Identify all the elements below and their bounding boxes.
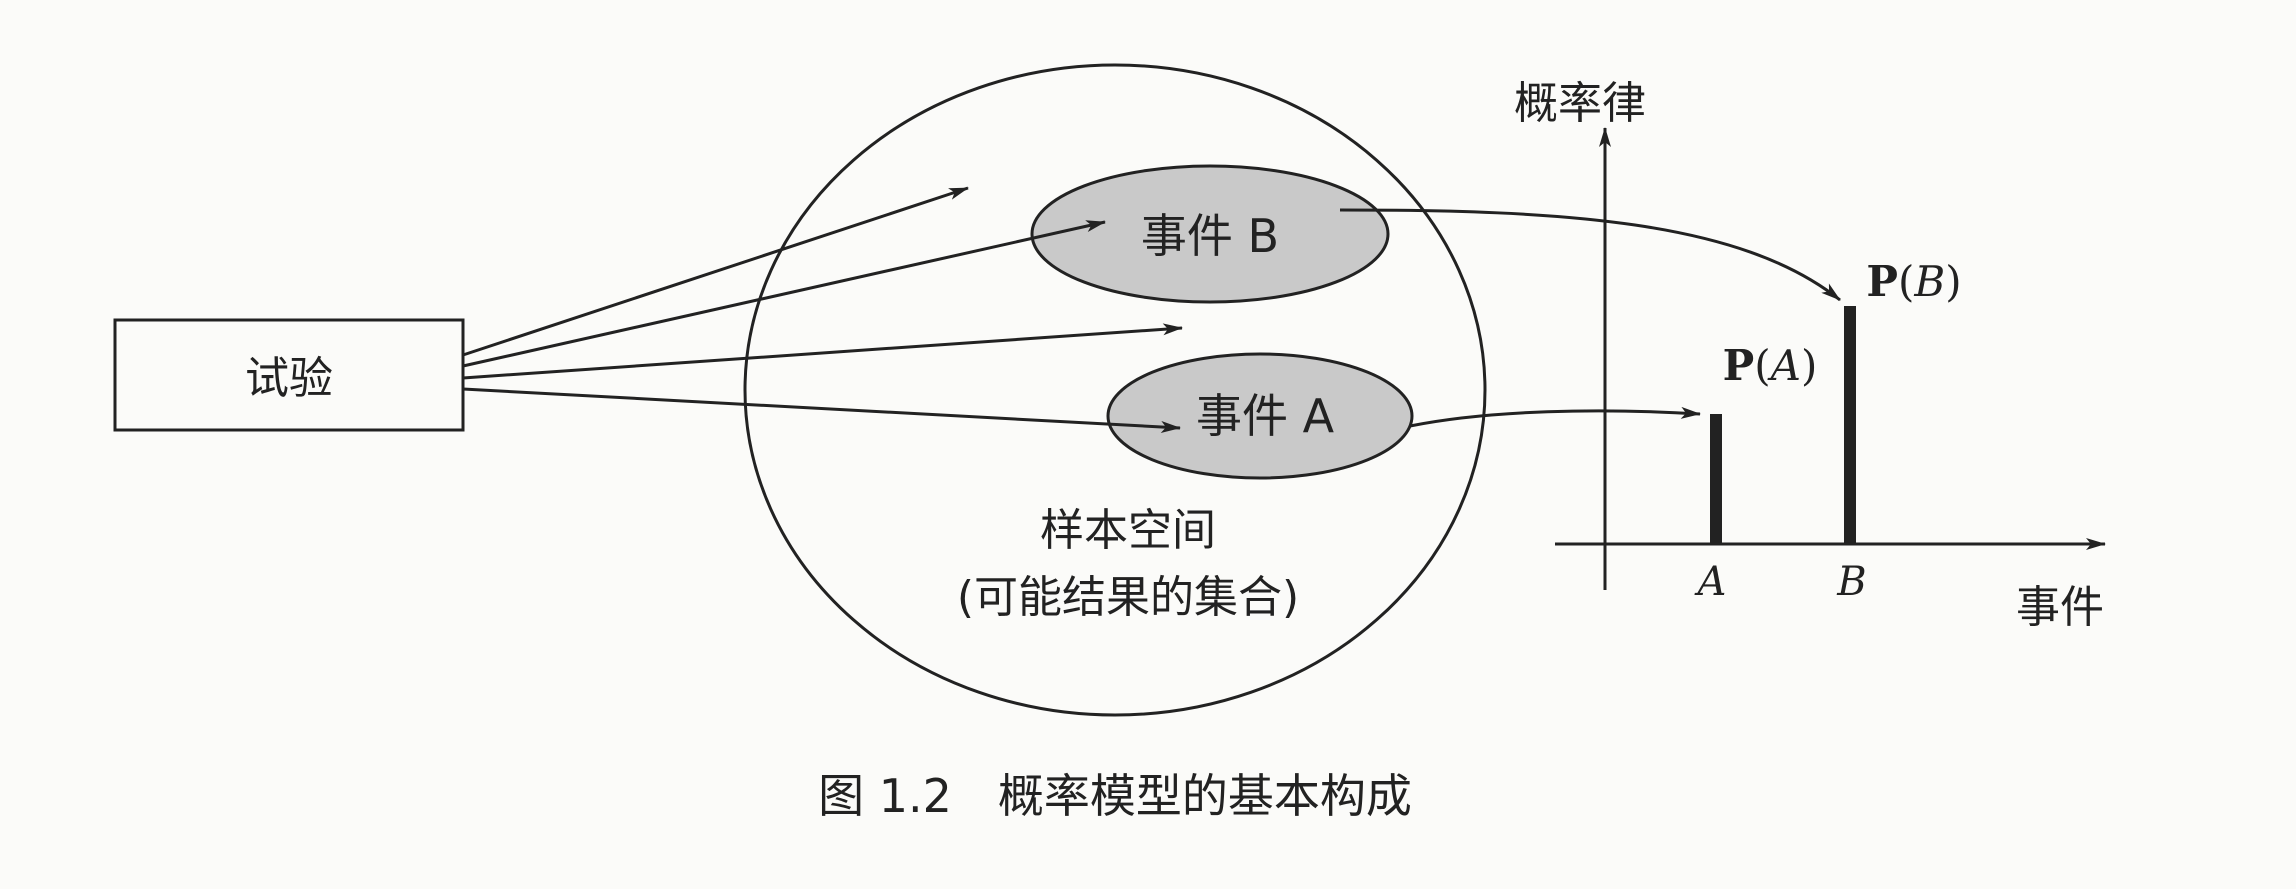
sample-space-subtitle: (可能结果的集合) [957,572,1299,623]
outcome-arrow-1 [462,186,969,357]
map-arrow-b [1339,208,1841,302]
outcome-arrow-4 [462,387,1181,433]
tick-label-b: B [1836,559,1866,605]
event-b-label: 事件 B [1141,209,1279,263]
x-axis-label: 事件 [2016,582,2104,633]
prob-label-a: P(A) [1723,341,1818,390]
tick-label-a: A [1694,559,1727,605]
y-axis-label: 概率律 [1514,78,1646,129]
map-arrow-a [1409,406,1701,428]
probability-model-diagram: 试验 事件 B 事件 A 样本空间 (可能结果的集合) 概率律 事件 A B P… [113,63,2106,823]
figure-caption: 图 1.2 概率模型的基本构成 [818,769,1412,823]
sample-space-title: 样本空间 [1040,505,1216,556]
figure: 试验 事件 B 事件 A 样本空间 (可能结果的集合) 概率律 事件 A B P… [0,0,2296,884]
experiment-label: 试验 [245,353,333,404]
outcome-arrow-3 [462,323,1183,380]
prob-label-b: P(B) [1866,257,1961,306]
event-a-label: 事件 A [1196,389,1335,443]
